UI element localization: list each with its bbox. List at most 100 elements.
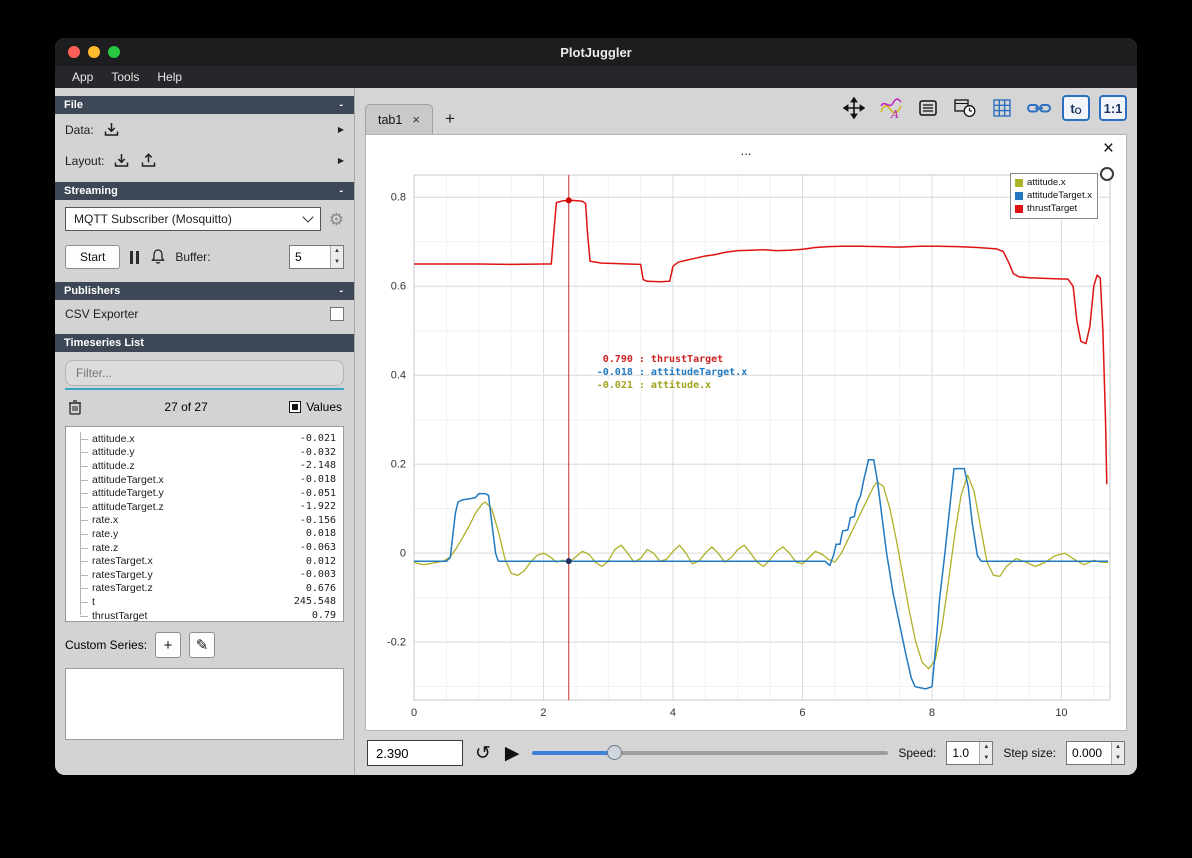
curve-style-icon[interactable]: A: [877, 95, 905, 121]
filter-input[interactable]: [65, 360, 344, 386]
traffic-lights: [68, 46, 120, 58]
slider-track[interactable]: [531, 751, 889, 755]
window-title: PlotJuggler: [560, 44, 632, 60]
play-button[interactable]: ▶: [503, 744, 522, 763]
current-time-input[interactable]: [367, 740, 463, 766]
time-clock-icon[interactable]: [951, 95, 979, 121]
playback-bar: ↺ ▶ Speed: ▲▼ Step size: ▲▼: [355, 731, 1137, 775]
timeseries-row[interactable]: attitudeTarget.y -0.051: [80, 486, 343, 500]
loop-icon[interactable]: ↺: [473, 744, 493, 763]
legend-entry[interactable]: attitudeTarget.x: [1015, 189, 1092, 202]
values-label: Values: [306, 400, 342, 414]
timeline-slider[interactable]: [531, 744, 889, 762]
legend-swatch: [1015, 191, 1024, 200]
grid-icon[interactable]: [988, 95, 1016, 121]
menu-tools[interactable]: Tools: [102, 68, 148, 86]
section-publishers-title: Publishers: [64, 285, 121, 297]
timeseries-row[interactable]: rate.x -0.156: [80, 514, 343, 528]
timeseries-row[interactable]: t 245.548: [80, 595, 343, 609]
values-checkbox-icon: [289, 401, 302, 413]
layout-expand-icon[interactable]: ▶: [338, 156, 344, 165]
step-size-input[interactable]: [1067, 742, 1112, 764]
slider-handle[interactable]: [606, 745, 622, 760]
timeseries-row[interactable]: rate.y 0.018: [80, 527, 343, 541]
t0-icon[interactable]: tO: [1062, 95, 1090, 121]
speed-spinbox[interactable]: ▲▼: [946, 741, 994, 765]
timeseries-row[interactable]: ratesTarget.y -0.003: [80, 568, 343, 582]
chevron-down-icon: [302, 211, 314, 223]
collapse-icon[interactable]: -: [337, 185, 345, 197]
slider-fill: [531, 751, 614, 755]
svg-text:0.2: 0.2: [391, 459, 406, 471]
spin-arrows[interactable]: ▲ ▼: [1111, 742, 1124, 764]
speed-label: Speed:: [898, 746, 937, 760]
menu-app[interactable]: App: [63, 68, 102, 86]
add-tab-button[interactable]: +: [437, 104, 463, 134]
save-layout-icon[interactable]: [139, 152, 158, 169]
timeseries-row[interactable]: attitudeTarget.z -1.922: [80, 500, 343, 514]
edit-custom-series-button[interactable]: ✎: [189, 632, 216, 658]
section-file-header[interactable]: File -: [55, 96, 354, 114]
timeseries-row[interactable]: rate.z -0.063: [80, 541, 343, 555]
buffer-spinbox[interactable]: ▲▼: [289, 245, 344, 269]
spin-arrows[interactable]: ▲ ▼: [330, 246, 343, 268]
speed-input[interactable]: [947, 742, 980, 764]
title-bar[interactable]: PlotJuggler: [55, 38, 1137, 66]
trash-icon[interactable]: [67, 398, 83, 416]
start-button[interactable]: Start: [65, 245, 121, 269]
section-timeseries-header[interactable]: Timeseries List: [55, 334, 354, 352]
close-window-button[interactable]: [68, 46, 80, 58]
layout-row: Layout: ▶: [55, 145, 354, 176]
custom-series-list[interactable]: [65, 668, 344, 740]
timeseries-row[interactable]: ratesTarget.z 0.676: [80, 582, 343, 596]
timeseries-row[interactable]: attitude.x -0.021: [80, 432, 343, 446]
legend-entry[interactable]: thrustTarget: [1015, 202, 1092, 215]
add-custom-series-button[interactable]: +: [155, 632, 182, 658]
gear-icon[interactable]: ⚙: [329, 211, 344, 228]
streaming-source-select[interactable]: MQTT Subscriber (Mosquitto): [65, 207, 321, 231]
timeseries-tree: attitude.x -0.021 attitude.y -0.032 attitude…: [80, 432, 343, 621]
streaming-source-value: MQTT Subscriber (Mosquitto): [74, 212, 232, 226]
bell-icon[interactable]: [149, 248, 167, 266]
section-publishers-header[interactable]: Publishers -: [55, 282, 354, 300]
step-size-spinbox[interactable]: ▲▼: [1066, 741, 1125, 765]
timeseries-row[interactable]: thrustTarget 0.79: [80, 609, 343, 621]
legend-swatch: [1015, 204, 1024, 213]
timeseries-row[interactable]: attitude.y -0.032: [80, 446, 343, 460]
buffer-input[interactable]: [290, 246, 331, 268]
tab-close-icon[interactable]: ×: [412, 112, 420, 127]
legend-list-icon[interactable]: [914, 95, 942, 121]
menu-help[interactable]: Help: [148, 68, 191, 86]
chart-toolbar: A tO 1:1: [840, 88, 1127, 134]
legend-handle-icon[interactable]: [1100, 167, 1114, 181]
timeseries-row[interactable]: ratesTarget.x 0.012: [80, 554, 343, 568]
tab-tab1[interactable]: tab1 ×: [365, 104, 433, 134]
minimize-window-button[interactable]: [88, 46, 100, 58]
csv-exporter-checkbox[interactable]: [330, 307, 344, 321]
svg-text:0.6: 0.6: [391, 281, 406, 293]
ratio-1-1-icon[interactable]: 1:1: [1099, 95, 1127, 121]
streaming-source-row: MQTT Subscriber (Mosquitto) ⚙: [55, 200, 354, 238]
pause-icon[interactable]: [128, 250, 141, 264]
layout-label: Layout:: [65, 153, 105, 168]
section-streaming-title: Streaming: [64, 185, 118, 197]
fullscreen-arrows-icon[interactable]: [840, 95, 868, 121]
timeseries-row[interactable]: attitude.z -2.148: [80, 459, 343, 473]
section-streaming-header[interactable]: Streaming -: [55, 182, 354, 200]
link-icon[interactable]: [1025, 95, 1053, 121]
collapse-icon[interactable]: -: [337, 99, 345, 111]
timeseries-list-box[interactable]: attitude.x -0.021 attitude.y -0.032 attitude…: [65, 426, 344, 622]
svg-text:2: 2: [540, 707, 546, 719]
spin-arrows[interactable]: ▲ ▼: [979, 742, 993, 764]
load-data-icon[interactable]: [102, 121, 121, 138]
svg-text:0.4: 0.4: [391, 370, 406, 382]
load-layout-icon[interactable]: [112, 152, 131, 169]
legend-entry[interactable]: attitude.x: [1015, 176, 1092, 189]
collapse-icon[interactable]: -: [337, 285, 345, 297]
data-expand-icon[interactable]: ▶: [338, 125, 344, 134]
csv-exporter-label: CSV Exporter: [65, 307, 139, 321]
plot-canvas[interactable]: 0.790 : thrustTarget-0.018 : attitudeTar…: [366, 135, 1126, 730]
timeseries-row[interactable]: attitudeTarget.x -0.018: [80, 473, 343, 487]
maximize-window-button[interactable]: [108, 46, 120, 58]
values-toggle[interactable]: Values: [289, 400, 342, 414]
